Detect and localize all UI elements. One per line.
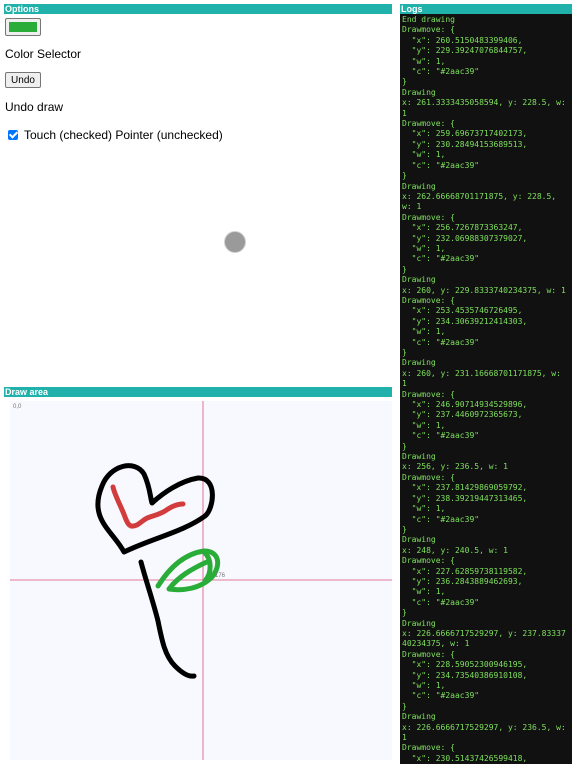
undo-button[interactable]: Undo <box>5 72 41 88</box>
origin-label: 0,0 <box>13 404 22 410</box>
left-column: Options Color Selector Undo Undo draw To… <box>4 4 392 764</box>
color-selector-input[interactable] <box>5 18 41 36</box>
drawing-svg <box>10 401 392 760</box>
leaf-stroke <box>155 548 221 593</box>
logs-panel: Logs End drawing Drawmove: { "x": 260.51… <box>400 4 572 764</box>
options-panel: Options Color Selector Undo Undo draw To… <box>4 4 392 384</box>
drawing-canvas[interactable]: 0,0 176 <box>10 401 392 760</box>
touch-pointer-label: Touch (checked) Pointer (unchecked) <box>24 128 223 142</box>
touch-checkbox[interactable] <box>8 130 18 140</box>
options-header: Options <box>4 4 392 14</box>
color-selector-label: Color Selector <box>5 47 82 61</box>
color-swatch <box>9 22 37 32</box>
undo-draw-label: Undo draw <box>5 100 64 114</box>
log-output: End drawing Drawmove: { "x": 260.5150483… <box>402 15 566 763</box>
stem-stroke <box>138 559 197 679</box>
crosshair-label: 176 <box>215 573 226 579</box>
draw-area-header: Draw area <box>4 387 392 397</box>
touch-pointer-toggle[interactable]: Touch (checked) Pointer (unchecked) <box>8 128 223 142</box>
pointer-indicator <box>224 231 246 253</box>
heart-stroke <box>95 463 215 555</box>
draw-area-panel: Draw area 0,0 176 <box>4 387 392 764</box>
logs-header: Logs <box>400 4 572 14</box>
